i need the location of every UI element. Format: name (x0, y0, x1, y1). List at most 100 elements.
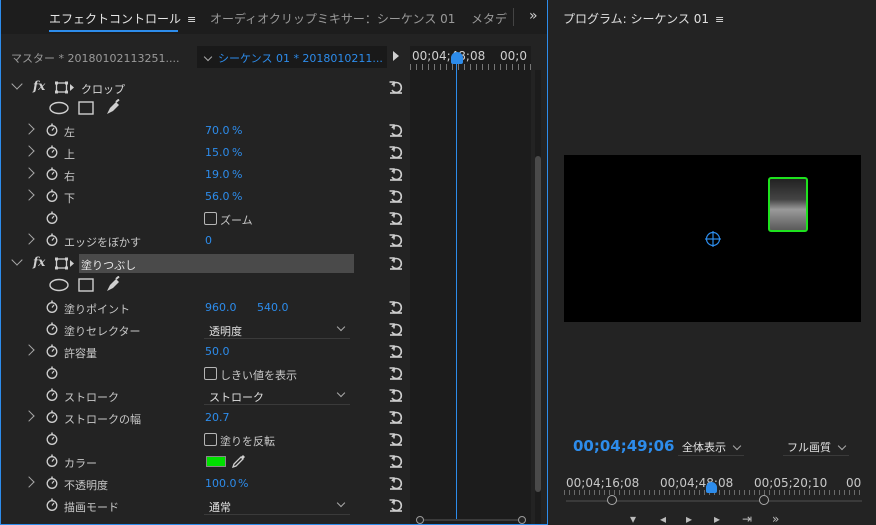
reset-icon[interactable] (388, 122, 404, 138)
stopwatch-icon[interactable] (46, 211, 58, 224)
stopwatch-icon[interactable] (46, 123, 58, 136)
effect-row-crop[interactable]: fx クロップ (1, 77, 410, 99)
panel-menu-icon[interactable]: ≡ (715, 13, 724, 26)
more-controls-icon[interactable]: » (772, 512, 779, 525)
sequence-clip-selector[interactable]: シーケンス 01 * 2018010211... (197, 46, 387, 68)
chevron-right-icon[interactable] (23, 123, 35, 135)
stopwatch-icon[interactable] (46, 410, 58, 423)
stopwatch-icon[interactable] (46, 498, 58, 511)
reset-icon[interactable] (388, 210, 404, 226)
step-back-icon[interactable]: ◂ (660, 512, 666, 525)
invert-fill-checkbox[interactable] (204, 433, 217, 446)
program-monitor-tab[interactable]: プログラム: シーケンス 01 ≡ (563, 10, 724, 27)
timeline-zoom-scrollbar[interactable] (416, 516, 526, 524)
reset-icon[interactable] (388, 453, 404, 469)
zoom-handle-right[interactable] (759, 495, 769, 505)
stopwatch-icon[interactable] (46, 189, 58, 202)
property-value[interactable]: 15.0 (205, 146, 230, 159)
zoom-handle-right[interactable] (518, 516, 526, 524)
marker-icon[interactable]: ▾ (630, 512, 636, 525)
chevron-right-icon[interactable] (23, 189, 35, 201)
go-to-out-icon[interactable]: ⇥ (742, 512, 752, 525)
pen-mask-icon[interactable] (105, 99, 122, 116)
stopwatch-icon[interactable] (46, 344, 58, 357)
effect-row-fill[interactable]: fx 塗りつぶし (1, 253, 410, 275)
reset-icon[interactable] (388, 431, 404, 447)
property-value[interactable]: 19.0 (205, 168, 230, 181)
tabs-overflow-icon[interactable]: » (529, 8, 538, 24)
tab-metadata[interactable]: メタデ (471, 10, 507, 27)
stopwatch-icon[interactable] (46, 366, 58, 379)
property-value[interactable]: 56.0 (205, 190, 230, 203)
zoom-level-dropdown[interactable]: 全体表示 (678, 436, 744, 456)
reset-icon[interactable] (388, 299, 404, 315)
property-value[interactable]: 70.0 (205, 124, 230, 137)
master-clip-label[interactable]: マスター * 20180102113251.... (11, 50, 191, 66)
stopwatch-icon[interactable] (46, 145, 58, 158)
scrollbar-thumb[interactable] (535, 156, 541, 492)
show-threshold-checkbox[interactable] (204, 367, 217, 380)
property-value-x[interactable]: 960.0 (205, 301, 237, 314)
reset-icon[interactable] (388, 343, 404, 359)
reset-icon[interactable] (388, 255, 404, 271)
ellipse-mask-icon[interactable] (49, 278, 69, 292)
property-value[interactable]: 20.7 (205, 411, 230, 424)
rectangle-mask-icon[interactable] (78, 278, 94, 292)
pen-mask-icon[interactable] (105, 276, 122, 293)
effect-timeline[interactable]: 00;04;48;08 00;0 (410, 46, 531, 524)
reset-icon[interactable] (388, 79, 404, 95)
rectangle-mask-icon[interactable] (78, 101, 94, 115)
property-value-y[interactable]: 540.0 (257, 301, 289, 314)
vertical-scrollbar[interactable] (532, 70, 542, 524)
chevron-right-icon[interactable] (23, 410, 35, 422)
zoom-handle-left[interactable] (607, 495, 617, 505)
chevron-down-icon[interactable] (11, 254, 23, 266)
reset-icon[interactable] (388, 409, 404, 425)
chevron-right-icon[interactable] (23, 145, 35, 157)
program-time-ruler[interactable]: 00;04;16;08 00;04;48;08 00;05;20;10 00 (564, 474, 876, 508)
reset-icon[interactable] (388, 188, 404, 204)
stopwatch-icon[interactable] (46, 388, 58, 401)
reset-icon[interactable] (388, 497, 404, 513)
reset-icon[interactable] (388, 387, 404, 403)
playhead-timecode[interactable]: 00;04;49;06 (573, 437, 675, 455)
stopwatch-icon[interactable] (46, 233, 58, 246)
reset-icon[interactable] (388, 475, 404, 491)
stopwatch-icon[interactable] (46, 454, 58, 467)
property-value[interactable]: 100.0 (205, 477, 237, 490)
chevron-down-icon[interactable] (11, 78, 23, 90)
fx-icon[interactable]: fx (33, 79, 45, 93)
zoom-checkbox[interactable] (204, 212, 217, 225)
time-ruler[interactable] (410, 64, 531, 70)
blend-mode-dropdown[interactable]: 通常 (204, 496, 350, 515)
property-value[interactable]: 0 (205, 234, 212, 247)
play-only-clip-audio-icon[interactable] (393, 51, 399, 61)
tab-effect-controls[interactable]: エフェクトコントロール ≡ (49, 10, 196, 32)
zoom-handle-left[interactable] (416, 516, 424, 524)
stopwatch-icon[interactable] (46, 167, 58, 180)
program-video-frame[interactable] (564, 155, 861, 322)
chevron-right-icon[interactable] (23, 233, 35, 245)
chevron-right-icon[interactable] (23, 344, 35, 356)
playhead-handle[interactable] (706, 482, 717, 493)
fill-selector-dropdown[interactable]: 透明度 (204, 320, 350, 339)
ellipse-mask-icon[interactable] (49, 101, 69, 115)
reset-icon[interactable] (388, 321, 404, 337)
step-forward-icon[interactable]: ▸ (714, 512, 720, 525)
tab-audio-clip-mixer[interactable]: オーディオクリップミキサー：シーケンス 01 (210, 10, 455, 27)
fill-point-crosshair-icon[interactable] (705, 231, 721, 247)
stopwatch-icon[interactable] (46, 300, 58, 313)
reset-icon[interactable] (388, 144, 404, 160)
panel-menu-icon[interactable]: ≡ (187, 13, 196, 26)
playhead-handle[interactable] (451, 52, 463, 64)
chevron-right-icon[interactable] (23, 167, 35, 179)
property-value[interactable]: 50.0 (205, 345, 230, 358)
reset-icon[interactable] (388, 166, 404, 182)
stopwatch-icon[interactable] (46, 476, 58, 489)
stopwatch-icon[interactable] (46, 322, 58, 335)
reset-icon[interactable] (388, 365, 404, 381)
color-swatch[interactable] (206, 456, 226, 467)
reset-icon[interactable] (388, 232, 404, 248)
play-icon[interactable]: ▸ (686, 512, 692, 525)
chevron-right-icon[interactable] (23, 476, 35, 488)
